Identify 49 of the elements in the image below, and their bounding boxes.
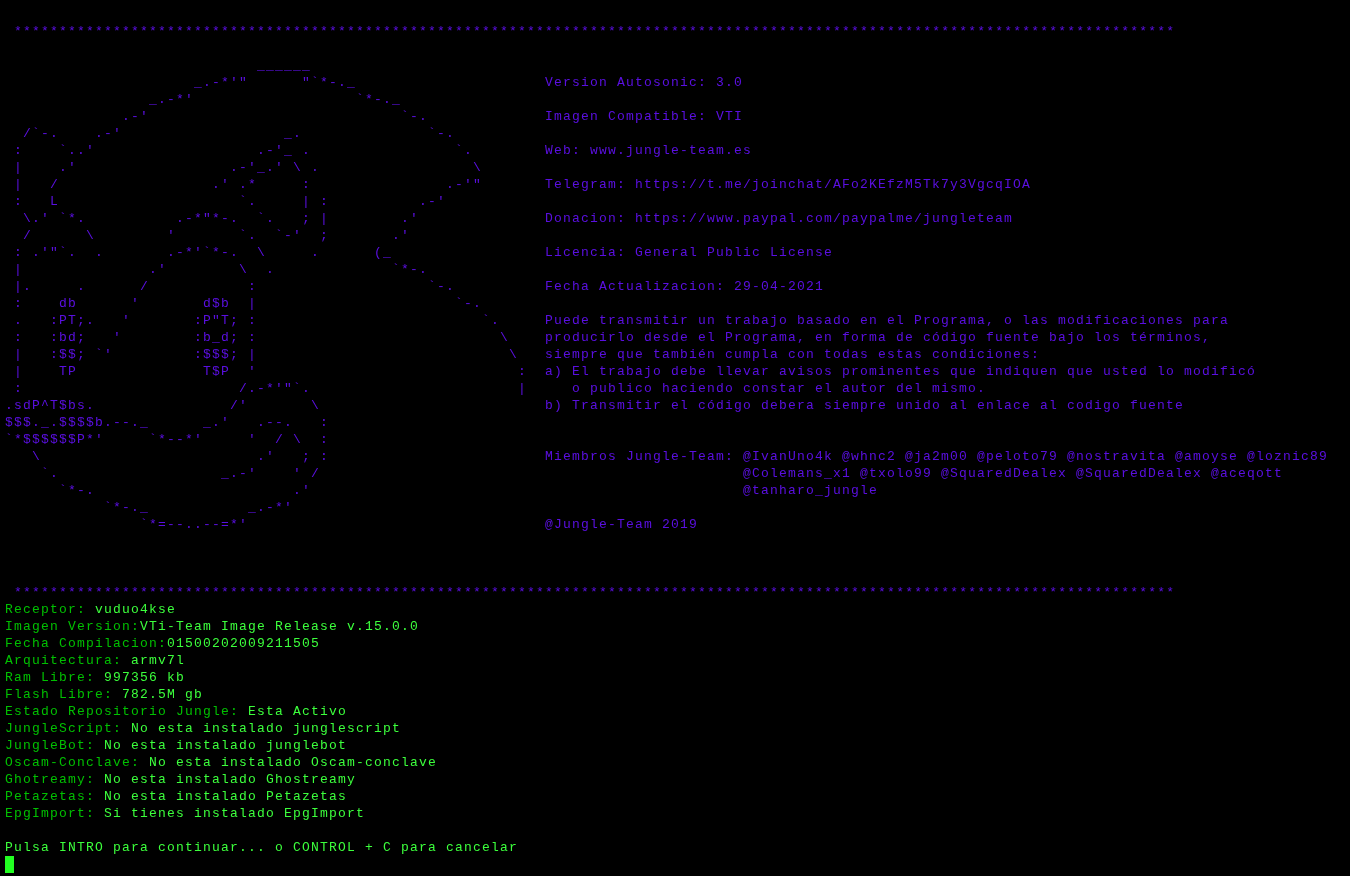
field-label: Ghotreamy: — [5, 771, 96, 788]
info-line: Fecha Actualizacion: 29-04-2021 — [545, 278, 825, 295]
field-label: Ram Libre: — [5, 669, 96, 686]
prompt-text: Pulsa INTRO para continuar... o CONTROL + C para cancelar — [5, 839, 519, 856]
license-line: b) Transmitir el código debera siempre unido al enlace al codigo fuente — [545, 397, 1185, 414]
field-label: EpgImport: — [5, 805, 96, 822]
field-label: Fecha Compilacion: — [5, 635, 168, 652]
field-value: No esta instalado Oscam-conclave — [149, 754, 438, 771]
field-value: No esta instalado Ghostreamy — [104, 771, 357, 788]
field-value: 01500202009211505 — [167, 635, 321, 652]
field-label: Estado Repositorio Jungle: — [5, 703, 241, 720]
field-value: armv7l — [131, 652, 186, 669]
field-label: JungleScript: — [5, 720, 124, 737]
field-value: No esta instalado junglescript — [131, 720, 402, 737]
copyright-text: @Jungle-Team 2019 — [545, 516, 699, 533]
members-label: Miembros Jungle-Team: — [545, 448, 735, 465]
asterisk-rule: ********************************************************************************************************************************* — [13, 584, 1176, 601]
info-line: Web: www.jungle-team.es — [545, 142, 753, 159]
license-line: siempre que también cumpla con todas estas condiciones: — [545, 346, 1041, 363]
license-line: a) El trabajo debe llevar avisos prominentes que indiquen que usted lo modificó — [545, 363, 1257, 380]
field-value: Si tienes instalado EpgImport — [104, 805, 366, 822]
info-line: Telegram: https://t.me/joinchat/AFo2KEfzM5Tk7y3VgcqIOA — [545, 176, 1032, 193]
member-handles: @IvanUno4k @whnc2 @ja2m00 @peloto79 @nostravita @amoyse @loznic89 — [743, 448, 1329, 465]
field-label: Arquitectura: — [5, 652, 124, 669]
info-line: Donacion: https://www.paypal.com/paypalme/jungleteam — [545, 210, 1014, 227]
field-label: Receptor: — [5, 601, 87, 618]
field-label: Flash Libre: — [5, 686, 114, 703]
field-label: Petazetas: — [5, 788, 96, 805]
field-label: Imagen Version: — [5, 618, 141, 635]
info-line: Imagen Compatible: VTI — [545, 108, 744, 125]
field-value: Esta Activo — [248, 703, 348, 720]
field-value: vuduo4kse — [95, 601, 177, 618]
field-value: VTi-Team Image Release v.15.0.0 — [140, 618, 420, 635]
info-line: Licencia: General Public License — [545, 244, 834, 261]
field-value: 782.5M gb — [122, 686, 204, 703]
field-value: No esta instalado Petazetas — [104, 788, 348, 805]
ascii-art: ______ _.-*'" "`*-._ _.-*' `*-._ .-' `-. /`-. .-' _. `-. : `..' .-'_ . `. | .' .-'_.' \ . \ | / .' .* : .-'" : L `. | : .-' \.' `*. .-*"*-. `. ; | .' / \ ' `. `-' ; .' : .'"`. . .-*'`*-. \ . (_ | .' \ . `*-. |. . / : `-. : db ' d$b | `-. . :PT;. ' :P"T; : `. : :bd; ' :b_d; : \ | :$$; `' :$$$; | \ | TP T$P ' : : /.-*'"`. | .sdP^T$bs. /' \ $$$._.$$$$b.--._ _.' .--. : `*$$$$$$P*' `*--*' ' / \ : \ .' ; : `. _.-' ' / `*-. .' `*-._ _.-*' `*=--..--=*' — [5, 57, 529, 533]
field-label: Oscam-Conclave: — [5, 754, 142, 771]
field-value: No esta instalado junglebot — [104, 737, 348, 754]
member-handles: @tanharo_jungle — [743, 482, 879, 499]
asterisk-rule: ********************************************************************************************************************************* — [13, 23, 1176, 40]
text-cursor — [5, 856, 14, 873]
info-line: Version Autosonic: 3.0 — [545, 74, 744, 91]
field-label: JungleBot: — [5, 737, 96, 754]
license-line: producirlo desde el Programa, en forma de código fuente bajo los términos, — [545, 329, 1212, 346]
license-line: Puede transmitir un trabajo basado en el Programa, o las modificaciones para — [545, 312, 1230, 329]
field-value: 997356 kb — [104, 669, 186, 686]
member-handles: @Colemans_x1 @txolo99 @SquaredDealex @SquaredDealex @aceqott — [743, 465, 1284, 482]
license-line: o publico haciendo constar el autor del mismo. — [571, 380, 987, 397]
